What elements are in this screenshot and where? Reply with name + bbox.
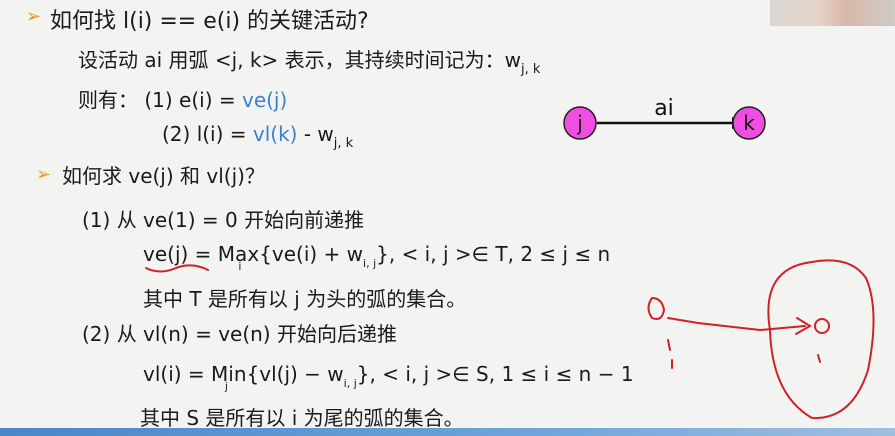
red-annotations: [145, 259, 875, 420]
sketch-dash-1: [667, 339, 671, 351]
underline-stroke-1: [145, 267, 177, 273]
sketch-dash-3: [817, 354, 821, 363]
node-i-sketch: [647, 297, 666, 320]
underline-stroke-2: [175, 264, 209, 271]
bottom-progress-bar: [0, 428, 895, 436]
node-j-sketch: [814, 318, 830, 334]
sketch-ellipse: [767, 259, 875, 420]
sketch-arrow-line: [667, 317, 806, 332]
